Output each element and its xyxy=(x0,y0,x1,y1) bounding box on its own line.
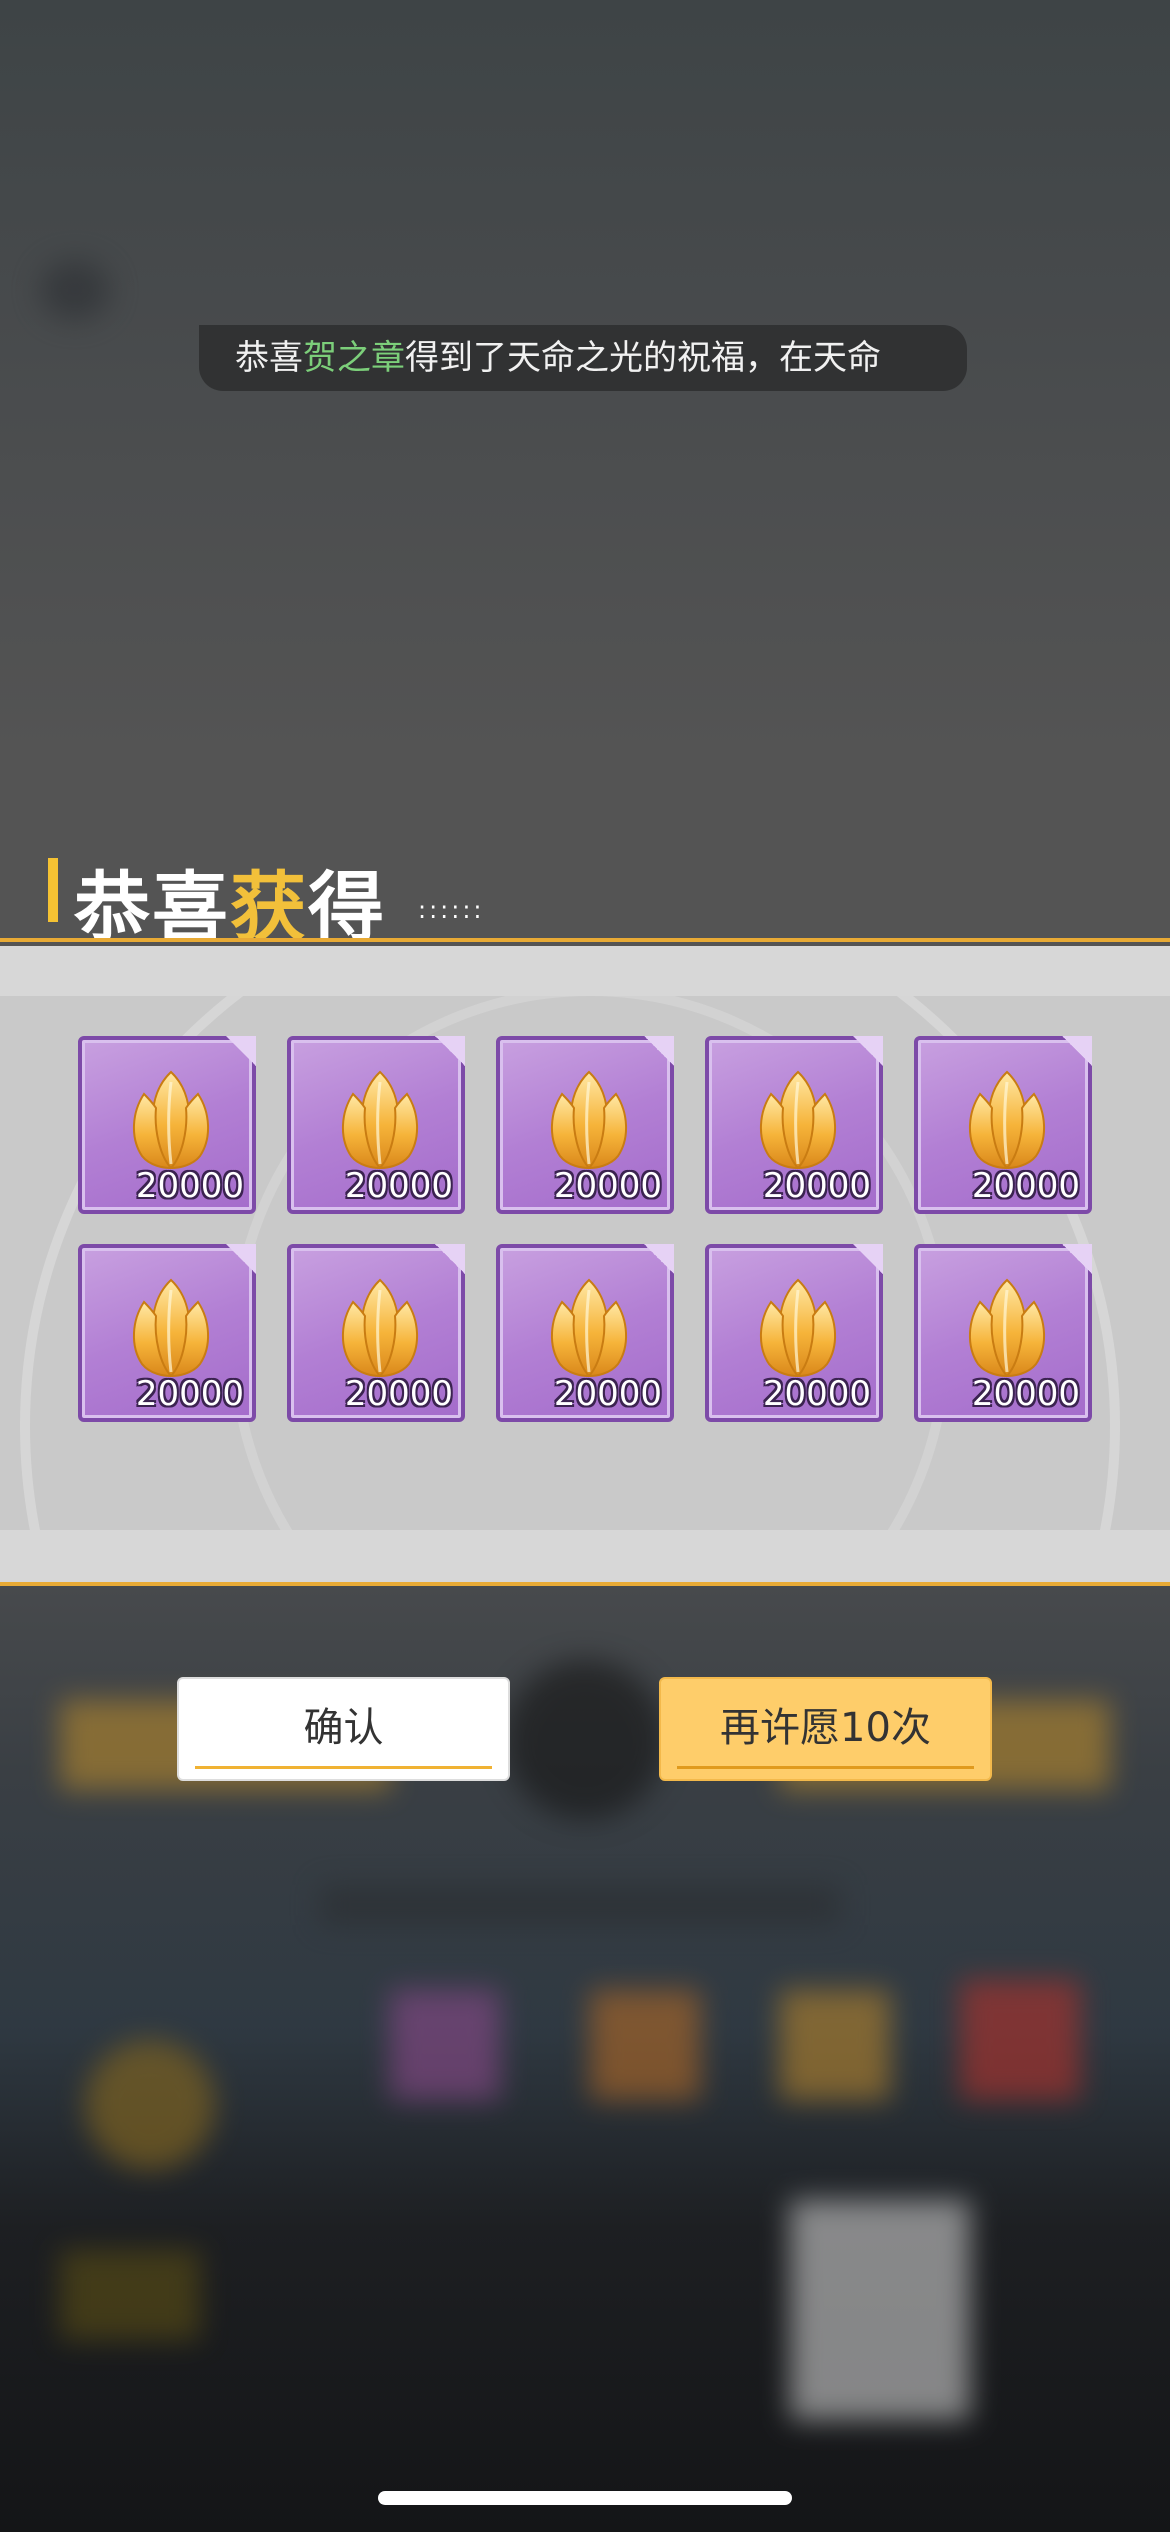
reward-quantity: 20000 xyxy=(762,1374,871,1414)
home-indicator[interactable] xyxy=(378,2491,792,2505)
title-dots-decoration: :::::: xyxy=(418,896,485,924)
reward-item[interactable]: 20000 xyxy=(496,1244,674,1422)
announcement-message: 得到了天命之光的祝福，在天命 xyxy=(405,338,881,378)
reward-quantity: 20000 xyxy=(971,1374,1080,1414)
title-accent-bar xyxy=(48,858,58,922)
reward-item[interactable]: 20000 xyxy=(914,1036,1092,1214)
reward-quantity: 20000 xyxy=(135,1374,244,1414)
reward-quantity: 20000 xyxy=(553,1374,662,1414)
wish-again-10-button[interactable]: 再许愿10次 xyxy=(659,1677,992,1781)
panel-bottom-border xyxy=(0,1582,1170,1586)
reward-item[interactable]: 20000 xyxy=(78,1244,256,1422)
reward-quantity: 20000 xyxy=(344,1166,453,1206)
reward-item[interactable]: 20000 xyxy=(705,1244,883,1422)
reward-grid: 20000 20000 20000 20000 20000 20000 2000… xyxy=(78,1036,1094,1422)
reward-quantity: 20000 xyxy=(135,1166,244,1206)
reward-item[interactable]: 20000 xyxy=(496,1036,674,1214)
panel-bottom-band xyxy=(0,1530,1170,1582)
reward-item[interactable]: 20000 xyxy=(287,1244,465,1422)
reward-item[interactable]: 20000 xyxy=(287,1036,465,1214)
announcement-prefix: 恭喜 xyxy=(235,338,303,378)
reward-item[interactable]: 20000 xyxy=(914,1244,1092,1422)
reward-quantity: 20000 xyxy=(762,1166,871,1206)
announcement-ticker: 恭喜贺之章得到了天命之光的祝福，在天命 xyxy=(199,325,967,391)
reward-item[interactable]: 20000 xyxy=(705,1036,883,1214)
reward-item[interactable]: 20000 xyxy=(78,1036,256,1214)
panel-top-border xyxy=(0,938,1170,942)
confirm-button[interactable]: 确认 xyxy=(177,1677,510,1781)
reward-quantity: 20000 xyxy=(971,1166,1080,1206)
reward-quantity: 20000 xyxy=(553,1166,662,1206)
panel-top-band xyxy=(0,946,1170,996)
reward-quantity: 20000 xyxy=(344,1374,453,1414)
announcement-player-name: 贺之章 xyxy=(303,338,405,378)
